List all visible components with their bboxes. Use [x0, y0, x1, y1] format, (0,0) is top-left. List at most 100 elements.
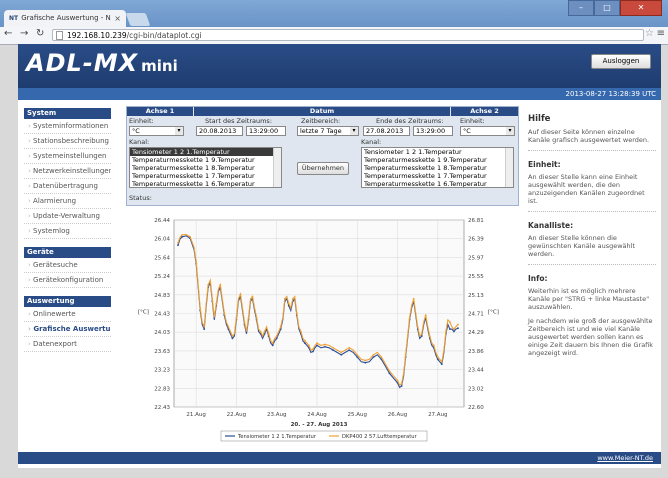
unit2-select[interactable]: °C: [460, 126, 515, 136]
sidebar-item[interactable]: Datenübertragung: [24, 179, 111, 194]
start-date-input[interactable]: 20.08.2013: [196, 126, 243, 136]
data-point: [312, 350, 314, 353]
data-point: [408, 316, 411, 319]
list-scrollbar[interactable]: [273, 148, 281, 187]
sidebar-section-title: System: [24, 108, 111, 119]
data-point: [271, 342, 274, 344]
channel-option[interactable]: Temperaturmesskette 1 7.Temperatur: [130, 172, 281, 180]
browser-tab[interactable]: NT Grafische Auswertung - N ×: [4, 10, 126, 27]
data-point: [308, 344, 310, 347]
sidebar-item[interactable]: Systeminformationen: [24, 119, 111, 134]
page-header: ADL-MX mini Ausloggen: [18, 44, 661, 88]
apply-button[interactable]: Übernehmen: [297, 162, 349, 175]
y-axis-label: [°C]: [138, 310, 149, 316]
sidebar-item[interactable]: Netzwerkeinstellungen: [24, 164, 111, 179]
y-tick-label: 23.63: [154, 349, 170, 355]
sidebar-item[interactable]: Systemeinstellungen: [24, 149, 111, 164]
data-point: [304, 342, 306, 344]
channel2-list[interactable]: Tensiometer 1 2 1.Temperatur Temperaturme…: [361, 147, 514, 188]
channel-option[interactable]: Tensiometer 1 2 1.Temperatur: [362, 148, 513, 156]
data-point: [223, 311, 226, 314]
help-divider: [528, 150, 656, 151]
start-label: Start des Zeitraums:: [205, 117, 273, 125]
datetime-bar: 2013-08-27 13:28:39 UTC: [18, 88, 661, 100]
y-tick-label-right: 26.81: [468, 218, 484, 224]
y-tick-label-right: 23.44: [468, 368, 484, 374]
menu-icon[interactable]: ≡: [657, 28, 665, 39]
data-point: [235, 316, 238, 319]
sidebar-section-title: Geräte: [24, 247, 111, 258]
range-select[interactable]: letzte 7 Tage: [297, 126, 359, 136]
logout-button[interactable]: Ausloggen: [591, 54, 651, 69]
data-point: [215, 302, 218, 305]
list-scrollbar[interactable]: [505, 148, 513, 187]
sidebar-item[interactable]: Stationsbeschreibung: [24, 134, 111, 149]
data-point: [291, 297, 294, 300]
channel-option[interactable]: Temperaturmesskette 1 8.Temperatur: [130, 164, 281, 172]
channel2-label: Kanal:: [361, 138, 382, 146]
reload-icon[interactable]: ↻: [36, 28, 44, 39]
data-point: [449, 321, 451, 323]
channel-option[interactable]: Tensiometer 1 2 1.Temperatur: [130, 148, 281, 156]
back-arrow-icon[interactable]: ←: [4, 28, 12, 39]
channel-option[interactable]: Temperaturmesskette 1 6.Temperatur: [130, 180, 281, 187]
maximize-icon[interactable]: □: [594, 0, 620, 16]
data-point: [295, 311, 298, 314]
data-point: [445, 330, 447, 333]
logo-main: ADL-MX: [26, 49, 139, 77]
sidebar-item[interactable]: Gerätesuche: [24, 258, 111, 273]
main-content: Achse 1 Datum Achse 2 Einheit: °C Start …: [126, 106, 519, 444]
data-point: [420, 332, 423, 335]
data-point: [279, 325, 282, 328]
sidebar-item[interactable]: Update-Verwaltung: [24, 209, 111, 224]
data-point: [404, 353, 407, 356]
data-point: [239, 293, 242, 295]
end-date-input[interactable]: 27.08.2013: [363, 126, 410, 136]
bookmark-star-icon[interactable]: ☆: [645, 28, 654, 39]
y-tick-label-right: 23.86: [468, 349, 484, 355]
y-tick-label: 25.64: [154, 255, 170, 261]
sidebar-section-title: Auswertung: [24, 296, 111, 307]
address-host: 192.168.10.239: [67, 31, 127, 40]
sidebar-item[interactable]: Alarmierung: [24, 194, 111, 209]
channel-option[interactable]: Temperaturmesskette 1 6.Temperatur: [362, 180, 513, 187]
close-window-icon[interactable]: ✕: [620, 0, 662, 16]
data-point: [396, 379, 399, 382]
help-info-text2: Je nachdem wie groß der ausgewählte Zeit…: [528, 317, 654, 357]
data-point: [316, 344, 318, 347]
new-tab-button[interactable]: [125, 13, 151, 26]
sidebar-item[interactable]: Datenexport: [24, 337, 111, 352]
forward-arrow-icon[interactable]: →: [20, 28, 28, 39]
footer-link[interactable]: www.Meier-NT.de: [597, 452, 653, 464]
unit1-select[interactable]: °C: [129, 126, 184, 136]
y-tick-label: 24.03: [154, 330, 170, 336]
sidebar-item[interactable]: Onlinewerte: [24, 307, 111, 322]
data-point: [436, 358, 439, 361]
channel-option[interactable]: Temperaturmesskette 1 9.Temperatur: [130, 156, 281, 164]
tab-close-icon[interactable]: ×: [114, 10, 121, 27]
data-point: [255, 316, 258, 319]
channel-option[interactable]: Temperaturmesskette 1 9.Temperatur: [362, 156, 513, 164]
browser-toolbar: ← → ↻ 192.168.10.239/cgi-bin/dataplot.cg…: [0, 27, 668, 45]
sidebar-item[interactable]: Systemlog: [24, 224, 111, 239]
address-bar[interactable]: 192.168.10.239/cgi-bin/dataplot.cgi: [52, 29, 644, 41]
data-point: [348, 346, 351, 349]
sidebar-item[interactable]: Grafische Auswertung: [24, 322, 111, 337]
data-point: [372, 353, 375, 356]
start-time-input[interactable]: 13:29:00: [246, 126, 286, 136]
channel-option[interactable]: Temperaturmesskette 1 8.Temperatur: [362, 164, 513, 172]
channel1-list[interactable]: Tensiometer 1 2 1.Temperatur Temperaturme…: [129, 147, 282, 188]
data-point: [440, 360, 443, 363]
end-time-input[interactable]: 13:29:00: [413, 126, 453, 136]
x-tick-label: 26.Aug: [388, 412, 408, 418]
help-info-title: Info:: [528, 274, 548, 283]
channel-option[interactable]: Temperaturmesskette 1 7.Temperatur: [362, 172, 513, 180]
minimize-icon[interactable]: –: [568, 0, 594, 16]
x-tick-label: 24.Aug: [307, 412, 327, 418]
range-label: Zeitbereich:: [301, 117, 341, 125]
data-point: [312, 348, 314, 351]
data-point: [316, 342, 318, 344]
y-tick-label: 22.83: [154, 386, 170, 392]
help-channels-title: Kanalliste:: [528, 221, 574, 230]
sidebar-item[interactable]: Gerätekonfiguration: [24, 273, 111, 288]
